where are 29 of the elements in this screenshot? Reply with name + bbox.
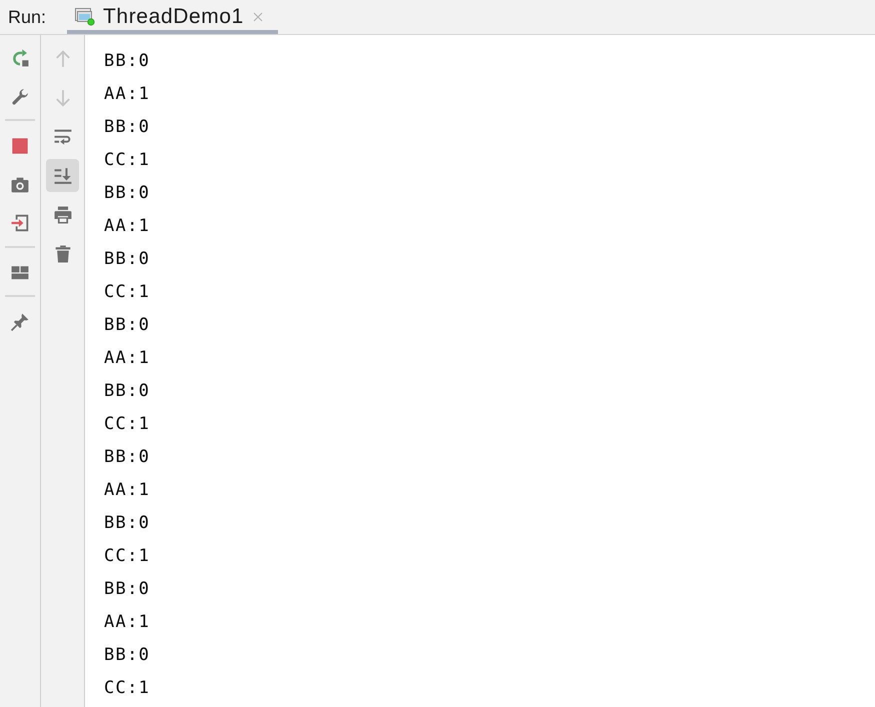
console-line: CC:1	[104, 677, 150, 700]
console-line: CC:1	[104, 281, 150, 304]
console-line: BB:0	[104, 314, 150, 337]
wrench-icon[interactable]	[11, 88, 29, 106]
console-line: CC:1	[104, 545, 150, 568]
console-line: AA:1	[104, 215, 150, 238]
console-line: BB:0	[104, 446, 150, 469]
run-label: Run:	[8, 6, 48, 28]
rerun-icon[interactable]	[11, 49, 29, 67]
console-line: AA:1	[104, 347, 150, 370]
scroll-to-end-icon[interactable]	[46, 159, 79, 192]
enter-box-icon[interactable]	[11, 214, 29, 232]
console-line: BB:0	[104, 182, 150, 205]
console-line: BB:0	[104, 50, 150, 73]
console-line: BB:0	[104, 512, 150, 535]
console-line: CC:1	[104, 413, 150, 436]
console-line: BB:0	[104, 644, 150, 667]
console-line: BB:0	[104, 380, 150, 403]
layout-icon[interactable]	[11, 264, 29, 282]
console-line: AA:1	[104, 83, 150, 106]
console-line: BB:0	[104, 116, 150, 139]
stop-icon[interactable]	[11, 137, 29, 155]
console-line: AA:1	[104, 479, 150, 502]
pin-icon[interactable]	[11, 313, 29, 331]
camera-icon[interactable]	[11, 176, 29, 194]
console-line: CC:1	[104, 149, 150, 172]
console-line: AA:1	[104, 611, 150, 634]
console-line: BB:0	[104, 248, 150, 271]
console-line: BB:0	[104, 578, 150, 601]
